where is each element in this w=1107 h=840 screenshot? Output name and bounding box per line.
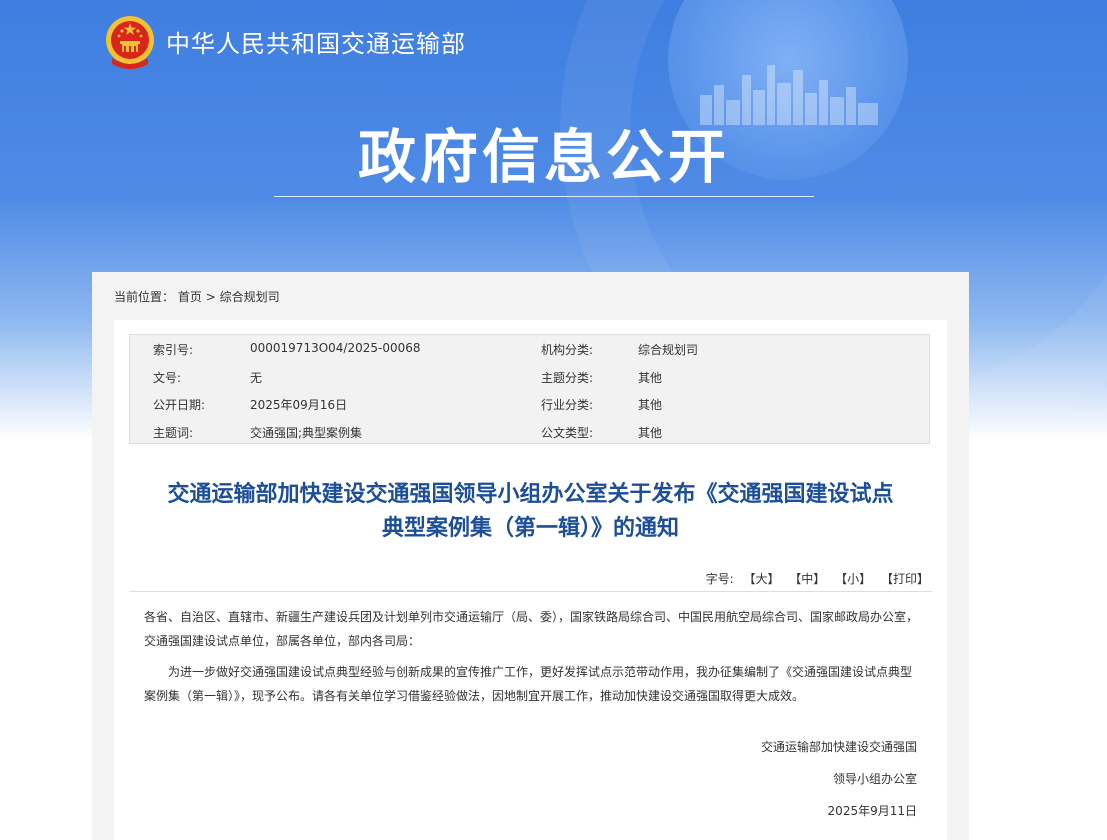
breadcrumb-home-link[interactable]: 首页 (178, 290, 202, 304)
index-label: 索引号: (153, 343, 194, 357)
type-label: 公文类型: (541, 426, 594, 440)
keywords-value: 交通强国;典型案例集 (250, 426, 363, 440)
org-value: 综合规划司 (638, 343, 699, 357)
font-size-label: 字号: (705, 572, 734, 586)
industry-label: 行业分类: (541, 398, 594, 412)
industry-value: 其他 (638, 398, 663, 412)
document-card: 索引号: 000019713O04/2025-00068 机构分类: 综合规划司… (114, 320, 947, 840)
signature-date: 2025年9月11日 (827, 804, 917, 818)
breadcrumb-prefix: 当前位置： (114, 290, 175, 304)
date-value: 2025年09月16日 (250, 398, 348, 412)
body-paragraph: 为进一步做好交通强国建设试点典型经验与创新成果的宣传推广工作，更好发挥试点示范带… (144, 665, 913, 703)
signature-line2: 领导小组办公室 (832, 772, 917, 786)
recipients-paragraph: 各省、自治区、直辖市、新疆生产建设兵团及计划单列市交通运输厅（局、委），国家铁路… (144, 610, 919, 648)
divider (129, 591, 932, 592)
org-label: 机构分类: (541, 343, 594, 357)
doc-no-value: 无 (250, 371, 263, 385)
title-underline (274, 196, 814, 197)
document-title-line1: 交通运输部加快建设交通强国领导小组办公室关于发布《交通强国建设试点 (167, 482, 894, 507)
national-emblem-icon (106, 16, 154, 69)
section-title: 政府信息公开 (357, 123, 730, 191)
font-small-button[interactable]: 【小】 (835, 572, 871, 586)
font-medium-button[interactable]: 【中】 (789, 572, 825, 586)
keywords-label: 主题词: (153, 426, 194, 440)
breadcrumb-separator: > (205, 290, 216, 304)
topic-label: 主题分类: (541, 371, 594, 385)
signature-line1: 交通运输部加快建设交通强国 (760, 740, 917, 754)
document-title: 交通运输部加快建设交通强国领导小组办公室关于发布《交通强国建设试点 典型案例集（… (132, 478, 929, 546)
date-label: 公开日期: (153, 398, 206, 412)
type-value: 其他 (638, 426, 663, 440)
breadcrumb-current-link[interactable]: 综合规划司 (220, 290, 280, 304)
print-button[interactable]: 【打印】 (881, 572, 929, 586)
topic-value: 其他 (638, 371, 663, 385)
metadata-table: 索引号: 000019713O04/2025-00068 机构分类: 综合规划司… (129, 334, 930, 444)
font-large-button[interactable]: 【大】 (743, 572, 779, 586)
city-skyline-icon (700, 65, 878, 125)
document-title-line2: 典型案例集（第一辑）》的通知 (381, 516, 679, 541)
content-panel: 当前位置： 首页 > 综合规划司 索引号: 000019713O04/2025-… (92, 272, 969, 840)
font-size-controls: 字号: 【大】 【中】 【小】 【打印】 (706, 570, 929, 587)
doc-no-label: 文号: (153, 371, 182, 385)
ministry-name[interactable]: 中华人民共和国交通运输部 (166, 24, 466, 59)
breadcrumb: 当前位置： 首页 > 综合规划司 (114, 288, 280, 305)
index-value: 000019713O04/2025-00068 (250, 341, 421, 355)
